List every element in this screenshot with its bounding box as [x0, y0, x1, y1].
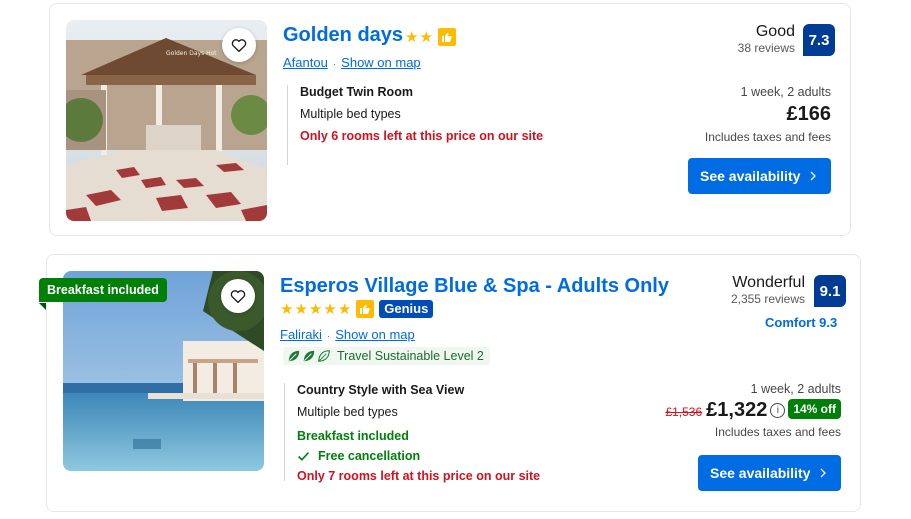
room-info: Country Style with Sea View Multiple bed…	[284, 383, 541, 483]
price-row: £1,536 £1,322 i 14% off	[607, 399, 841, 422]
discount-badge: 14% off	[788, 399, 841, 419]
sustainable-label: Travel Sustainable Level 2	[337, 349, 484, 363]
star-icon: ★	[294, 300, 308, 318]
stay-duration: 1 week, 2 adults	[740, 85, 831, 99]
location-link[interactable]: Afantou	[283, 55, 328, 70]
save-favorite-button[interactable]	[222, 28, 256, 62]
check-icon	[298, 451, 309, 461]
review-word: Wonderful	[732, 274, 805, 291]
thumbs-up-icon	[356, 300, 375, 318]
price-block: 1 week, 2 adults £1,536 £1,322 i 14% off In…	[607, 382, 841, 439]
leaf-icon	[303, 350, 315, 362]
show-on-map-link[interactable]: Show on map	[335, 327, 415, 342]
star-icon: ★	[405, 28, 419, 46]
chevron-right-icon	[810, 171, 816, 181]
property-name[interactable]: Esperos Village Blue & Spa - Adults Only	[280, 275, 669, 297]
heart-icon	[231, 39, 247, 53]
star-rating: ★ ★	[405, 28, 456, 46]
review-count: 38 reviews	[737, 41, 795, 55]
travel-sustainable-badge[interactable]: Travel Sustainable Level 2	[283, 347, 490, 365]
stay-duration: 1 week, 2 adults	[750, 382, 841, 396]
separator-dot: ·	[326, 331, 331, 342]
genius-badge[interactable]: Genius	[379, 300, 434, 318]
cancellation-label: Free cancellation	[318, 449, 421, 463]
property-title[interactable]: Esperos Village Blue & Spa - Adults Only	[280, 275, 669, 298]
heart-icon	[230, 290, 246, 304]
save-favorite-button[interactable]	[221, 279, 255, 313]
leaf-icon	[318, 350, 330, 362]
property-name[interactable]: Golden days	[283, 24, 403, 46]
ribbon-tail	[39, 303, 46, 310]
review-count: 2,355 reviews	[730, 292, 805, 306]
property-card[interactable]: Golden Days Hot Golden days ★ ★ Afantou ·…	[49, 3, 851, 236]
scarcity-message: Only 7 rooms left at this price on our s…	[297, 469, 541, 483]
location-link[interactable]: Faliraki	[280, 327, 322, 342]
review-score-badge[interactable]: 7.3	[803, 24, 835, 56]
location-line: Faliraki · Show on map	[280, 327, 415, 342]
property-title[interactable]: Golden days	[283, 24, 403, 47]
free-cancellation: Free cancellation	[297, 449, 540, 463]
comfort-score[interactable]: Comfort 9.3	[765, 315, 837, 330]
review-word: Good	[755, 23, 795, 40]
leaf-icons	[287, 349, 331, 363]
breakfast-included-ribbon: Breakfast included	[39, 278, 167, 302]
star-icon: ★	[280, 300, 294, 318]
current-price: £1,322	[706, 399, 768, 421]
see-availability-button[interactable]: See availability	[688, 158, 831, 194]
star-icon: ★	[337, 300, 352, 318]
bed-types: Multiple bed types	[297, 405, 398, 419]
show-on-map-link[interactable]: Show on map	[341, 55, 421, 70]
breakfast-included: Breakfast included	[297, 429, 409, 443]
taxes-note: Includes taxes and fees	[714, 425, 841, 439]
taxes-note: Includes taxes and fees	[704, 130, 831, 144]
info-icon[interactable]: i	[770, 403, 786, 418]
star-rating: ★ ★ ★ ★ ★ Genius	[280, 300, 434, 318]
original-price: £1,536	[665, 405, 703, 419]
room-name: Budget Twin Room	[300, 85, 413, 99]
button-label: See availability	[710, 465, 811, 481]
button-label: See availability	[700, 168, 801, 184]
room-info: Budget Twin Room Multiple bed types Only…	[287, 85, 543, 165]
location-line: Afantou · Show on map	[283, 55, 421, 70]
hotel-sign-text: Golden Days Hot	[166, 50, 217, 57]
scarcity-message: Only 6 rooms left at this price on our s…	[300, 129, 544, 143]
thumbs-up-icon	[437, 28, 456, 46]
review-score-badge[interactable]: 9.1	[814, 275, 846, 307]
star-icon: ★	[323, 300, 337, 318]
leaf-icon	[288, 350, 300, 362]
bed-types: Multiple bed types	[300, 107, 401, 121]
see-availability-button[interactable]: See availability	[698, 455, 841, 491]
room-name: Country Style with Sea View	[297, 383, 465, 397]
price-block: 1 week, 2 adults £166 Includes taxes and…	[610, 85, 831, 144]
review-summary[interactable]: Good 38 reviews	[700, 23, 795, 55]
star-icon: ★	[419, 28, 433, 46]
property-card[interactable]: Esperos Village Blue & Spa - Adults Only…	[46, 254, 861, 512]
separator-dot: ·	[332, 59, 337, 70]
review-summary[interactable]: Wonderful 2,355 reviews	[707, 274, 805, 306]
star-icon: ★	[308, 300, 323, 318]
current-price: £166	[786, 103, 832, 125]
chevron-right-icon	[820, 468, 826, 478]
